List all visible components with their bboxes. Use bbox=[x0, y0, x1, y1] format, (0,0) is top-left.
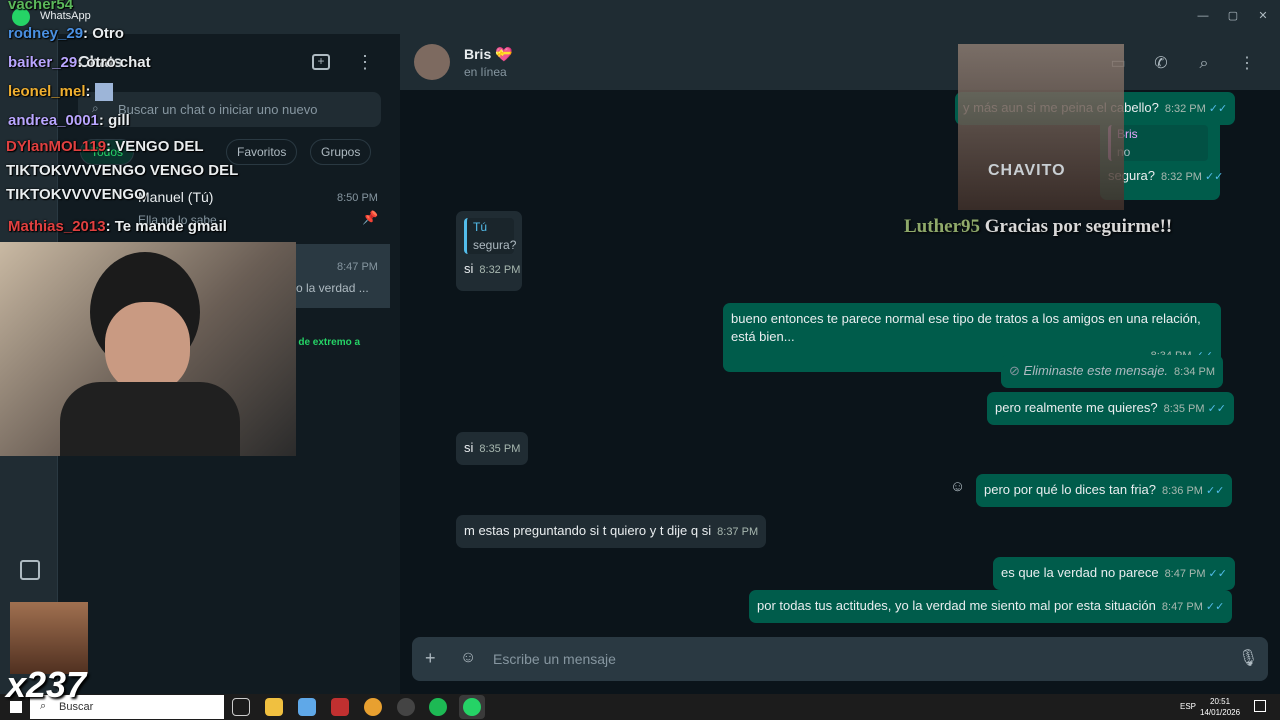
contact-avatar[interactable] bbox=[414, 44, 450, 80]
search-icon[interactable]: ⌕ bbox=[1194, 54, 1214, 74]
system-clock[interactable]: 20:51 14/01/2026 bbox=[1200, 696, 1240, 718]
taskview-icon[interactable] bbox=[232, 698, 250, 716]
overlay-user: andrea_0001 bbox=[8, 112, 99, 129]
notepad-icon[interactable] bbox=[298, 698, 316, 716]
menu-icon[interactable]: ⋮ bbox=[356, 52, 374, 73]
chrome-icon[interactable] bbox=[364, 698, 382, 716]
overlay-message: : Te mande gmail bbox=[105, 218, 227, 235]
obs-icon[interactable] bbox=[397, 698, 415, 716]
streamer-cam-overlay bbox=[958, 44, 1124, 210]
filter-grupos[interactable]: Grupos bbox=[310, 139, 372, 165]
chat-item-time: 8:47 PM bbox=[337, 261, 378, 273]
message-input[interactable]: Escribe un mensaje bbox=[493, 651, 616, 667]
media-icon[interactable] bbox=[20, 560, 40, 580]
new-chat-icon[interactable]: + bbox=[312, 54, 330, 70]
spotify-icon[interactable] bbox=[429, 698, 447, 716]
menu-icon[interactable]: ⋮ bbox=[1237, 54, 1257, 74]
quote-author: Tú bbox=[473, 220, 488, 234]
encryption-note: s de extremo a bbox=[290, 337, 361, 348]
app-icon[interactable] bbox=[331, 698, 349, 716]
quote-author: Bris bbox=[1117, 127, 1138, 141]
overlay-emote-icon bbox=[94, 83, 113, 102]
file-explorer-icon[interactable] bbox=[265, 698, 283, 716]
quote-text: no bbox=[1117, 143, 1208, 161]
overlay-message: : otro chat bbox=[77, 54, 151, 71]
maximize-button[interactable]: ▢ bbox=[1218, 6, 1248, 26]
microphone-icon[interactable]: 🎙 bbox=[1238, 648, 1258, 668]
overlay-user: vacher54 bbox=[8, 0, 74, 13]
message-deleted[interactable]: ⊘ Eliminaste este mensaje. 8:34 PM bbox=[1001, 355, 1224, 388]
pin-icon: 📌 bbox=[362, 210, 379, 225]
deleted-icon: ⊘ bbox=[1009, 363, 1020, 378]
minimize-button[interactable]: — bbox=[1188, 6, 1218, 26]
search-placeholder: Buscar un chat o iniciar uno nuevo bbox=[118, 102, 318, 117]
overlay-user: baiker_29 bbox=[8, 54, 78, 71]
overlay-message: : gill bbox=[98, 112, 130, 129]
overlay-user: rodney_29 bbox=[8, 25, 84, 42]
chat-item-selected[interactable] bbox=[290, 244, 390, 308]
follow-alert: Luther95 Gracias por seguirme!! bbox=[904, 216, 1173, 237]
message-incoming[interactable]: Tú segura? si 8:32 PM bbox=[456, 211, 522, 291]
message-outgoing[interactable]: pero realmente me quieres? 8:35 PM ✓✓ bbox=[987, 392, 1234, 425]
overlay-user: leonel_mel bbox=[8, 83, 86, 100]
emoji-react-icon[interactable]: ☺ bbox=[950, 478, 965, 495]
overlay-message: : bbox=[85, 83, 91, 100]
message-outgoing[interactable]: por todas tus actitudes, yo la verdad me… bbox=[749, 590, 1233, 623]
chat-item-preview: o la verdad ... bbox=[296, 281, 369, 295]
sticker-icon[interactable]: ☺ bbox=[460, 649, 476, 667]
quote-text: segura? bbox=[473, 238, 517, 252]
overlay-user: DYlanMOL119 bbox=[6, 138, 107, 155]
whatsapp-icon[interactable] bbox=[463, 698, 481, 716]
phone-icon[interactable]: ✆ bbox=[1151, 54, 1171, 74]
language-indicator[interactable]: ESP bbox=[1180, 702, 1196, 711]
cam-label: CHAVITO bbox=[988, 162, 1066, 179]
counter-overlay: x237 bbox=[6, 664, 87, 705]
overlay-message: : Otro bbox=[83, 25, 124, 42]
contact-status: en línea bbox=[464, 65, 507, 79]
notification-icon[interactable] bbox=[1254, 700, 1266, 712]
conversation-header[interactable] bbox=[400, 34, 1280, 90]
window-titlebar bbox=[0, 0, 1280, 34]
chat-item-time: 8:50 PM bbox=[337, 192, 378, 204]
overlay-user: Mathias_2013 bbox=[8, 218, 106, 235]
message-incoming[interactable]: si 8:35 PM bbox=[456, 432, 529, 465]
message-outgoing[interactable]: pero por qué lo dices tan fria? 8:36 PM ✓✓ bbox=[976, 474, 1233, 507]
message-outgoing[interactable]: es que la verdad no parece 8:47 PM ✓✓ bbox=[993, 557, 1235, 590]
attach-icon[interactable]: + bbox=[425, 648, 436, 669]
webcam-feed bbox=[0, 242, 296, 456]
contact-name[interactable]: Bris 💝 bbox=[464, 46, 513, 63]
message-incoming[interactable]: m estas preguntando si t quiero y t dije… bbox=[456, 515, 767, 548]
close-button[interactable]: ✕ bbox=[1248, 6, 1278, 26]
